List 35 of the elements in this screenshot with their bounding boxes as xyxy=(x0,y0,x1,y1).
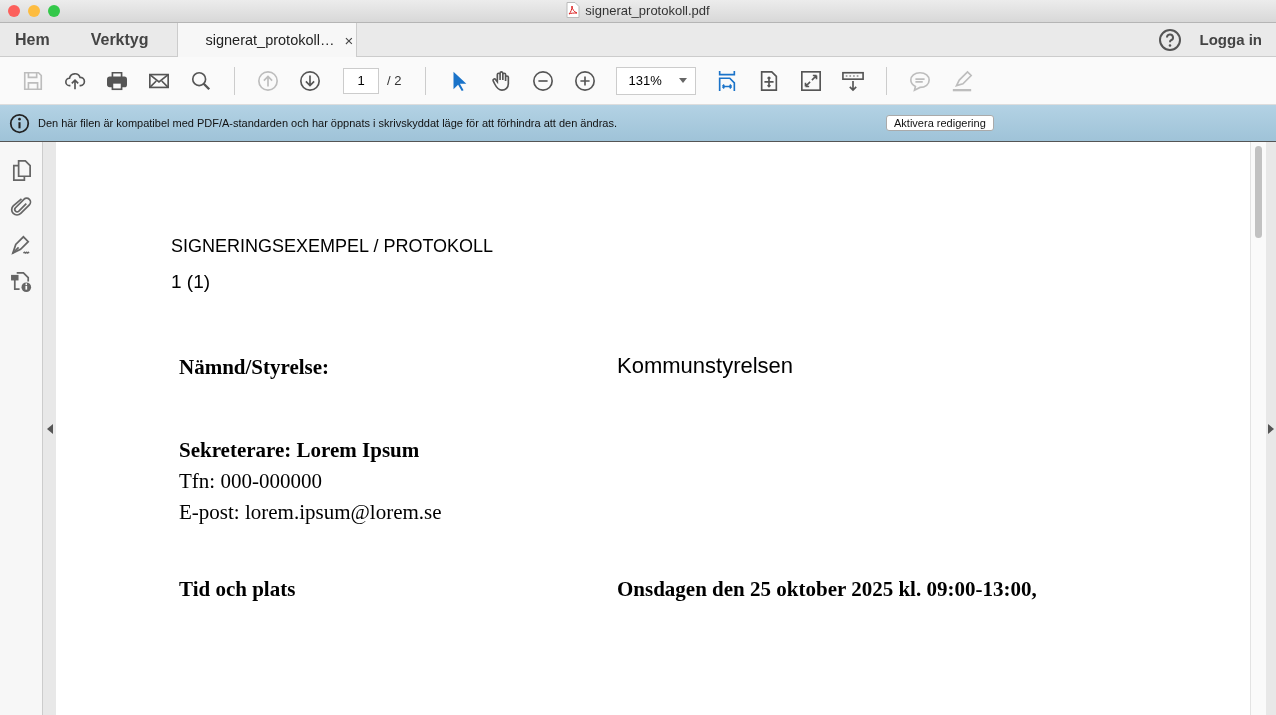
fullscreen-icon[interactable] xyxy=(800,69,823,92)
document-heading: SIGNERINGSEXEMPEL / PROTOKOLL xyxy=(171,236,495,257)
down-icon[interactable] xyxy=(299,69,321,92)
zoom-in-icon[interactable] xyxy=(574,69,597,92)
contact-line: E-post: lorem.ipsum@lorem.se xyxy=(179,500,443,525)
print-icon[interactable] xyxy=(106,69,128,92)
login-link[interactable]: Logga in xyxy=(1199,31,1262,48)
scrollbar-thumb[interactable] xyxy=(1255,146,1262,238)
help-icon[interactable] xyxy=(1157,27,1182,52)
field-value: Onsdagen den 25 oktober 2025 kl. 09:00-13:00, xyxy=(617,577,1037,602)
zoom-out-icon[interactable] xyxy=(532,69,555,92)
enable-editing-button[interactable]: Aktivera redigering xyxy=(886,115,994,131)
field-value: Kommunstyrelsen xyxy=(617,353,794,380)
attachment-icon[interactable] xyxy=(9,196,33,219)
page-total: / 2 xyxy=(387,73,402,88)
info-icon xyxy=(9,112,30,134)
close-tab-button[interactable]: × xyxy=(344,31,354,49)
contact-line: Tfn: 000-000000 xyxy=(179,469,323,494)
contact-name: Sekreterare: Lorem Ipsum xyxy=(179,438,421,463)
scrollbar[interactable] xyxy=(1250,142,1266,715)
ruler-icon[interactable] xyxy=(842,69,865,92)
page-number-field[interactable]: 1 xyxy=(343,67,379,94)
field-label: Tid och plats xyxy=(179,577,297,602)
security-icon[interactable] xyxy=(9,270,33,293)
sign-icon[interactable] xyxy=(9,233,33,256)
search-icon[interactable] xyxy=(190,69,212,92)
document-tab[interactable]: signerat_protokoll… × xyxy=(176,23,357,57)
info-message: Den här filen är kompatibel med PDF/A-standarden och har öppnats i skrivskyddat läge för att förhindra att den ändras. xyxy=(38,117,618,129)
field-label: Nämnd/Styrelse: xyxy=(179,355,331,380)
window-title: signerat_protokoll.pdf xyxy=(585,2,710,18)
nav-tab[interactable]: Verktyg xyxy=(64,23,177,56)
expand-panel-arrow[interactable] xyxy=(1268,423,1274,434)
page-number: 1 (1) xyxy=(171,271,212,293)
zoom-dropdown[interactable]: 131% xyxy=(616,66,697,95)
nav-tab[interactable]: Hem xyxy=(0,23,65,56)
